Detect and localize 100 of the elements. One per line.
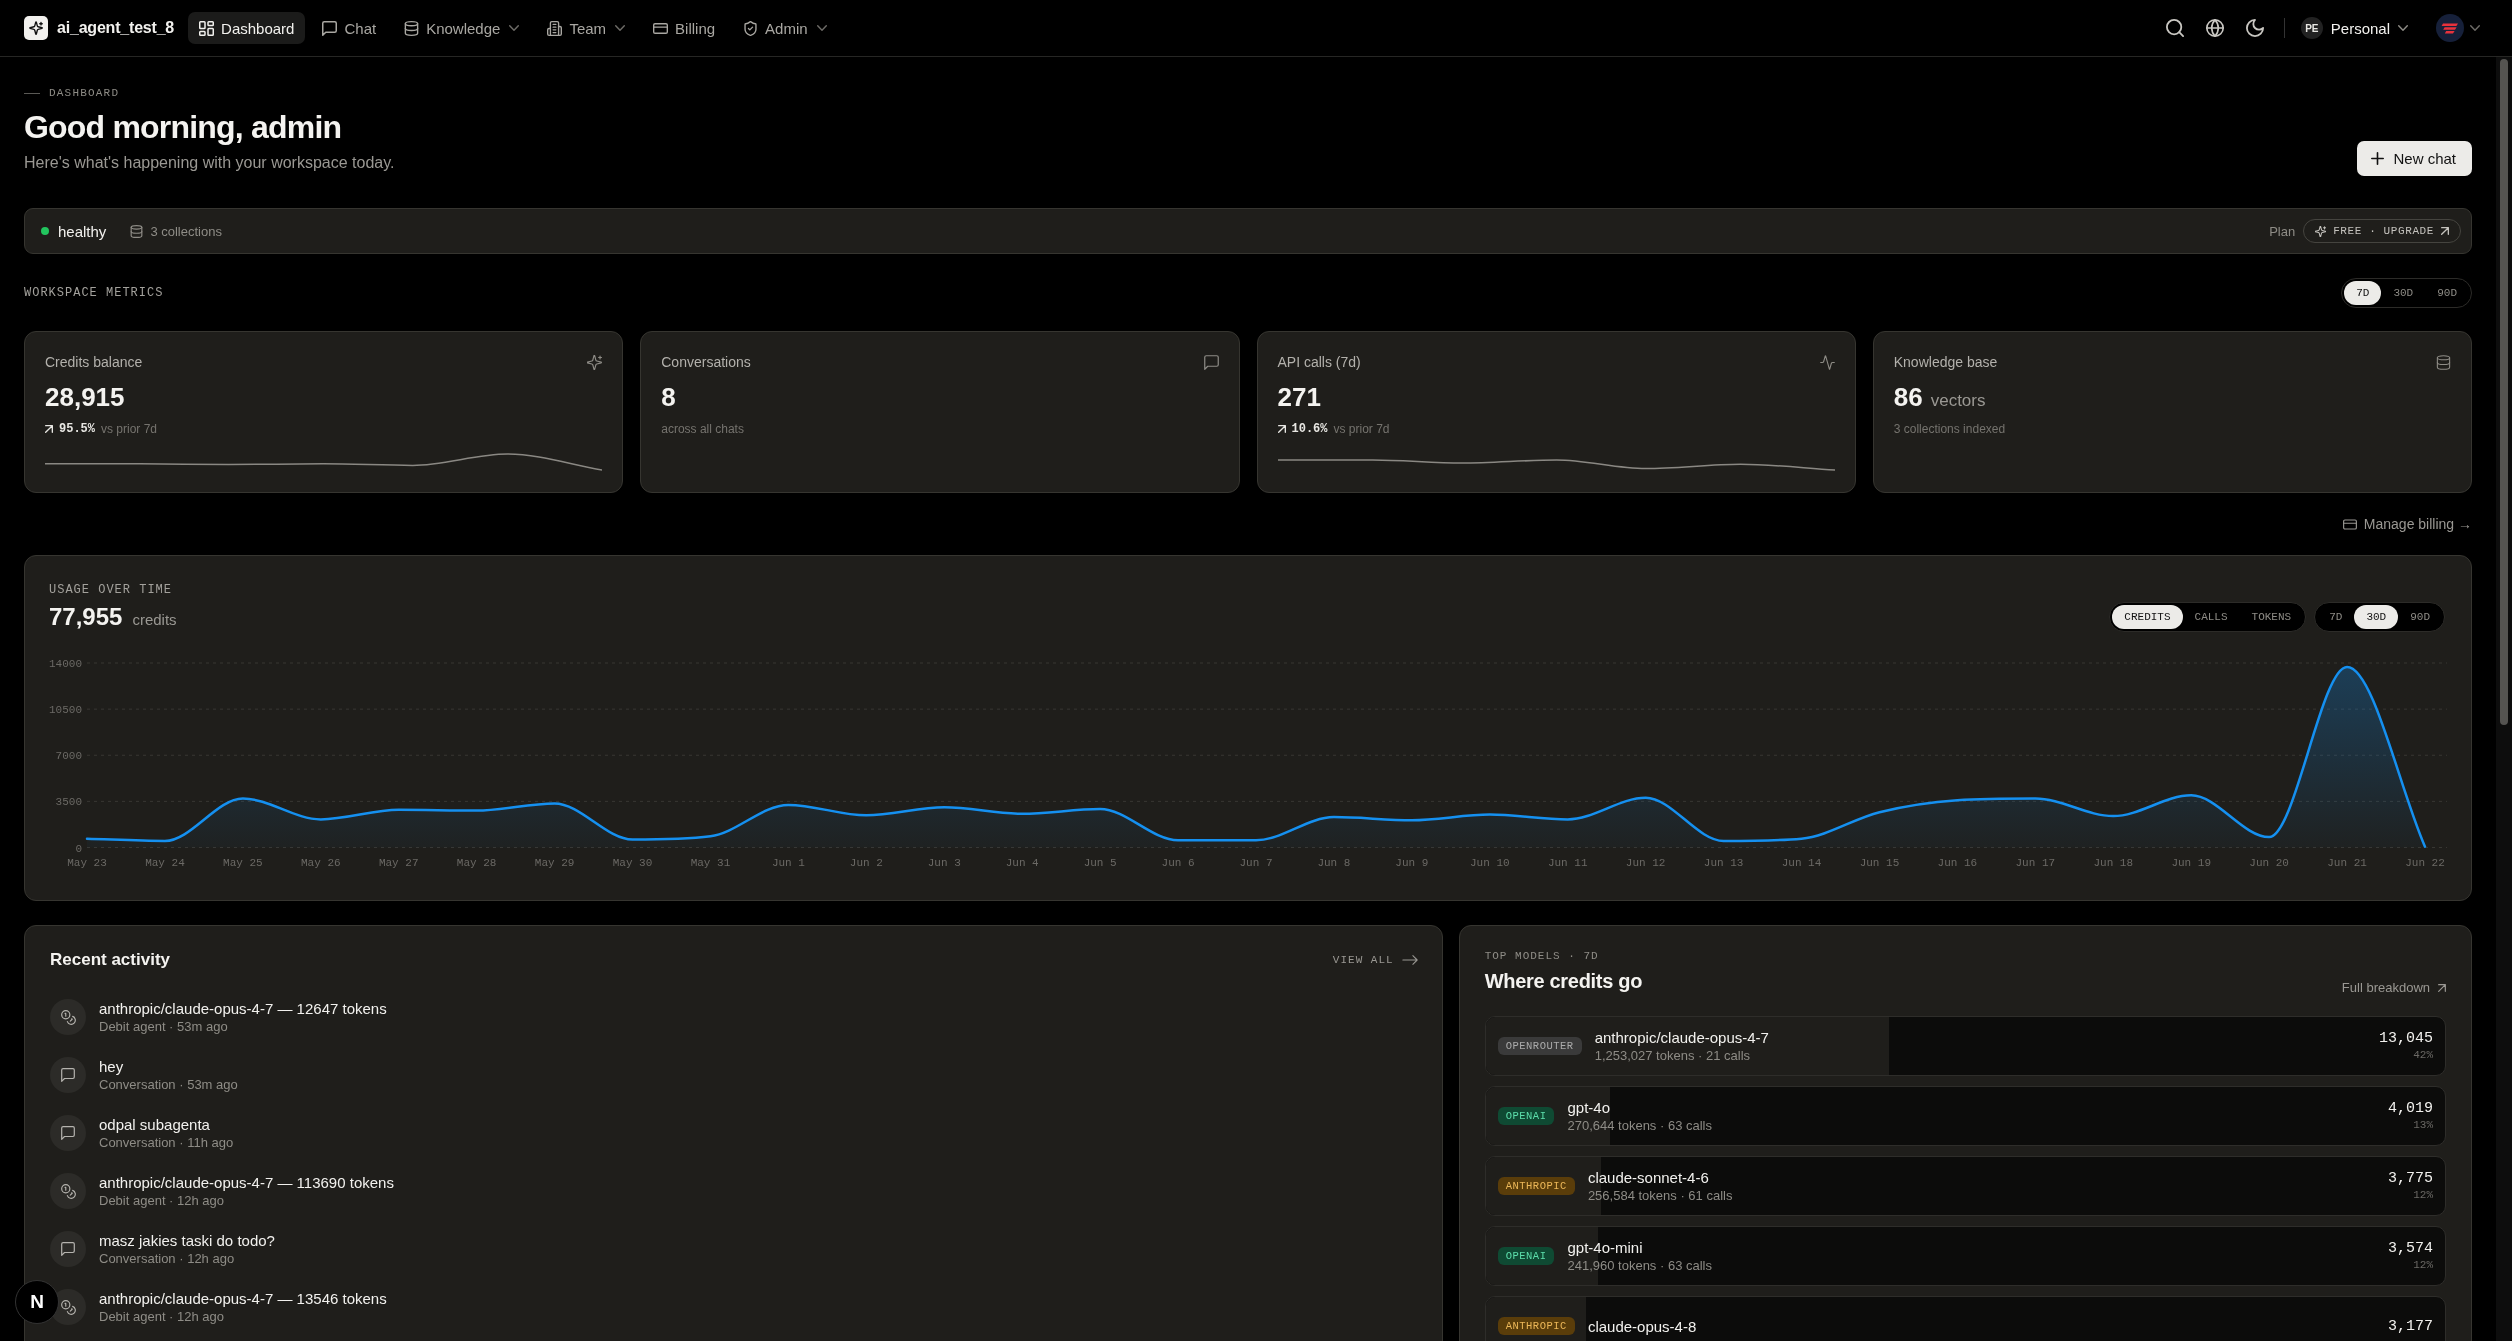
x-axis-label: Jun 10 [1470, 857, 1510, 869]
chevron-down-icon [2398, 25, 2408, 31]
nav-tab[interactable]: Admin [732, 12, 838, 44]
model-share: 12% [2412, 1258, 2433, 1273]
x-axis-label: May 23 [67, 857, 107, 869]
status-label: healthy [58, 222, 107, 240]
x-axis-label: Jun 17 [2015, 857, 2056, 869]
metric-tab[interactable]: CREDITS [2112, 605, 2183, 629]
page-title: Good morning, admin [24, 108, 343, 147]
trend-value: 10.6% [1291, 422, 1328, 436]
credit-card-icon [2342, 518, 2357, 530]
activity-title: masz jakies taski do todo? [99, 1231, 275, 1250]
activity-meta: Conversation · 11h ago [99, 1133, 234, 1151]
range-tab[interactable]: 90D [2398, 605, 2442, 629]
workspace-switcher[interactable]: PE Personal [2298, 12, 2410, 44]
card-title: USAGE OVER TIME [49, 583, 174, 597]
y-axis-label: 3500 [55, 796, 82, 809]
moon-icon [2245, 19, 2264, 37]
metric-tab[interactable]: TOKENS [2239, 605, 2304, 629]
scrollbar-thumb[interactable] [2500, 59, 2508, 725]
x-axis-label: Jun 9 [1395, 857, 1429, 869]
range-tab[interactable]: 7D [2344, 281, 2382, 305]
metric-value: 86 [1893, 381, 1923, 413]
model-credits: 3,775 [2388, 1169, 2433, 1188]
provider-tag: OPENAI [1497, 1107, 1555, 1125]
provider-tag: ANTHROPIC [1497, 1177, 1575, 1195]
provider-tag: OPENAI [1497, 1247, 1555, 1265]
x-axis-label: Jun 6 [1161, 857, 1195, 869]
plus-icon [2371, 152, 2385, 165]
y-axis-label: 14000 [49, 658, 82, 670]
activity-title: odpal subagenta [99, 1115, 211, 1134]
activity-title: anthropic/claude-opus-4-7 — 113690 tokens [99, 1173, 394, 1192]
database-icon [404, 20, 420, 36]
y-axis-label: 0 [75, 842, 82, 855]
nav-tab[interactable]: Chat [311, 12, 388, 44]
x-axis-label: Jun 15 [1859, 857, 1900, 869]
full-breakdown-link[interactable]: Full breakdown [2341, 980, 2446, 995]
building-icon [547, 20, 563, 36]
model-credits: 4,019 [2388, 1099, 2433, 1118]
user-menu-button[interactable] [2434, 12, 2482, 44]
range-tab[interactable]: 7D [2317, 605, 2355, 629]
x-axis-label: Jun 13 [1703, 857, 1744, 869]
x-axis-label: Jun 14 [1781, 857, 1822, 869]
model-share: 42% [2412, 1048, 2433, 1063]
nav-tab[interactable]: Knowledge [393, 12, 531, 44]
page-subtitle: Here's what's happening with your workspace today. [24, 153, 395, 173]
stripes-logo-icon [2436, 14, 2464, 42]
manage-billing-link[interactable]: Manage billing → [2342, 515, 2472, 533]
model-credits: 3,574 [2388, 1239, 2433, 1258]
model-credits: 13,045 [2379, 1029, 2433, 1048]
sparkles-icon [587, 354, 603, 370]
x-axis-label: May 28 [456, 857, 497, 869]
activity-title: anthropic/claude-opus-4-7 — 13546 tokens [99, 1289, 387, 1308]
page-eyebrow: DASHBOARD [49, 87, 120, 99]
trend-caption: vs prior 7d [1333, 422, 1390, 436]
range-tab[interactable]: 30D [2354, 605, 2399, 629]
arrow-up-right-icon [2441, 227, 2449, 235]
model-credits: 3,177 [2388, 1316, 2433, 1336]
nav-tab[interactable]: Team [536, 12, 637, 44]
range-tab[interactable]: 90D [2425, 281, 2469, 305]
range-tab[interactable]: 30D [2381, 281, 2426, 305]
database-icon [2436, 354, 2451, 370]
plan-label: Plan [2269, 223, 2296, 239]
chevron-down-icon [2470, 25, 2480, 31]
metric-label: Knowledge base [1893, 354, 1998, 370]
globe-icon [2205, 19, 2224, 37]
provider-tag: OPENROUTER [1497, 1037, 1582, 1055]
metric-tab[interactable]: CALLS [2182, 605, 2240, 629]
x-axis-label: Jun 2 [849, 857, 883, 869]
metric-label: Credits balance [45, 354, 143, 370]
x-axis-label: Jun 1 [771, 857, 805, 869]
view-all-link[interactable]: VIEW ALL [1332, 954, 1418, 966]
app-name: ai_agent_test_8 [57, 19, 175, 37]
model-detail: 241,960 tokens · 63 calls [1567, 1257, 1713, 1274]
activity-meta: Conversation · 53m ago [99, 1075, 238, 1093]
x-axis-label: Jun 18 [2093, 857, 2134, 869]
metric-label: API calls (7d) [1277, 354, 1361, 370]
metric-caption: 3 collections indexed [1893, 422, 2006, 436]
x-axis-label: May 27 [378, 857, 419, 869]
model-detail: 1,253,027 tokens · 21 calls [1594, 1047, 1752, 1064]
chat-icon [322, 20, 338, 36]
activity-meta: Debit agent · 53m ago [99, 1017, 229, 1035]
trend-value: 95.5% [59, 422, 95, 436]
nav-tab[interactable]: Billing [642, 12, 727, 44]
nav-tab[interactable]: Dashboard [188, 12, 306, 44]
dev-tools-button[interactable]: N [15, 1280, 59, 1324]
dashboard-icon [199, 20, 215, 36]
x-axis-label: Jun 8 [1317, 857, 1351, 869]
activity-title: anthropic/claude-opus-4-7 — 12647 tokens [99, 999, 387, 1018]
model-detail: 256,584 tokens · 61 calls [1587, 1187, 1734, 1204]
metric-caption: across all chats [661, 422, 744, 436]
x-axis-label: Jun 22 [2405, 857, 2445, 869]
x-axis-label: Jun 16 [1937, 857, 1978, 869]
database-icon [130, 224, 144, 238]
x-axis-label: Jun 3 [927, 857, 961, 869]
activity-title: hey [99, 1057, 125, 1076]
model-detail: 270,644 tokens · 63 calls [1567, 1117, 1713, 1134]
metric-value: 271 [1277, 381, 1321, 413]
search-icon [2165, 19, 2184, 37]
new-chat-button[interactable]: New chat [2357, 141, 2472, 176]
